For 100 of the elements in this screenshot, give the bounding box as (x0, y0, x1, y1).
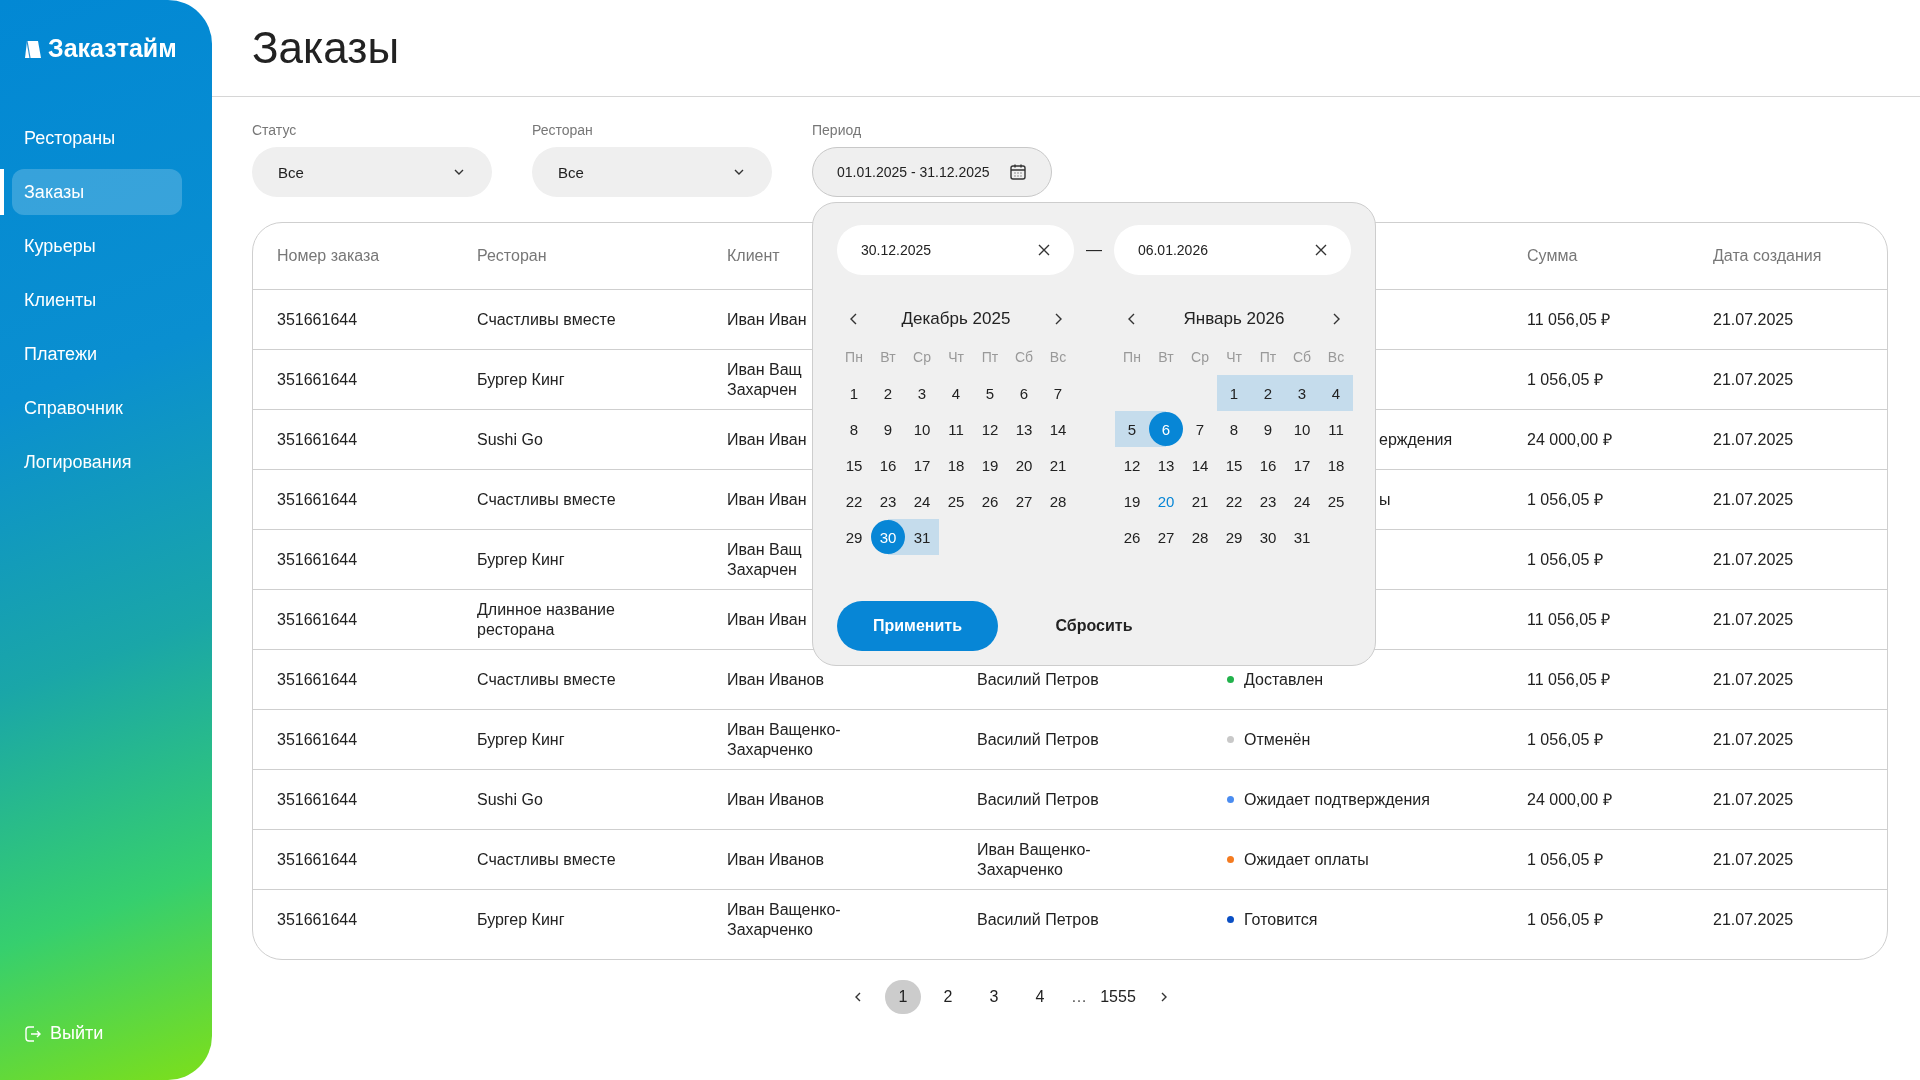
calendar-day[interactable]: 4 (939, 376, 973, 410)
nav-item[interactable]: Платежи (12, 331, 182, 377)
calendar-day[interactable]: 15 (837, 448, 871, 482)
table-cell: 351661644 (277, 789, 358, 810)
select-field[interactable]: Все (252, 147, 492, 197)
page-button[interactable]: 3 (975, 980, 1013, 1014)
calendar-day[interactable]: 30 (1251, 520, 1285, 554)
calendar-day[interactable]: 8 (837, 412, 871, 446)
table-cell: 24 000,00 ₽ (1527, 789, 1612, 810)
calendar-day[interactable]: 16 (871, 448, 905, 482)
calendar-day[interactable]: 20 (1007, 448, 1041, 482)
calendar-day[interactable]: 11 (1319, 412, 1353, 446)
status-text: Готовится (1244, 909, 1318, 930)
calendar-day[interactable]: 25 (939, 484, 973, 518)
calendar-day[interactable]: 12 (1115, 448, 1149, 482)
page-button[interactable]: 2 (929, 980, 967, 1014)
calendar-day[interactable]: 14 (1183, 448, 1217, 482)
calendar-day[interactable]: 29 (1217, 520, 1251, 554)
page-button[interactable]: 1 (885, 980, 921, 1014)
calendar-day[interactable]: 26 (1115, 520, 1149, 554)
calendar-day[interactable]: 10 (905, 412, 939, 446)
clear-icon[interactable] (1038, 244, 1051, 256)
select-field[interactable]: Все (532, 147, 772, 197)
date-range-field[interactable]: 01.01.2025 - 31.12.2025 (812, 147, 1052, 197)
calendar-day[interactable]: 13 (1007, 412, 1041, 446)
table-cell: Счастливы вместе (477, 489, 616, 510)
calendar-day[interactable]: 5 (973, 376, 1007, 410)
calendar-day[interactable]: 29 (837, 520, 871, 554)
table-cell: 21.07.2025 (1713, 669, 1794, 690)
page-button[interactable]: 1555 (1099, 980, 1137, 1014)
filter-label: Период (812, 122, 863, 138)
weekday-label: Чт (947, 348, 965, 367)
calendar-day[interactable]: 17 (1285, 448, 1319, 482)
calendar-day[interactable]: 28 (1041, 484, 1075, 518)
calendar-day[interactable]: 18 (939, 448, 973, 482)
table-cell: 351661644 (277, 369, 358, 390)
reset-button[interactable]: Сбросить (998, 617, 1190, 635)
table-cell: 21.07.2025 (1713, 789, 1794, 810)
calendar-day[interactable]: 6 (1149, 412, 1183, 446)
calendar-day[interactable]: 8 (1217, 412, 1251, 446)
calendar-day[interactable]: 2 (871, 376, 905, 410)
calendar-day[interactable]: 14 (1041, 412, 1075, 446)
calendar-day[interactable]: 22 (1217, 484, 1251, 518)
calendar-day[interactable]: 1 (1217, 376, 1251, 410)
calendar-day[interactable]: 15 (1217, 448, 1251, 482)
calendar-day[interactable]: 10 (1285, 412, 1319, 446)
calendar-day[interactable]: 23 (1251, 484, 1285, 518)
start-date-field[interactable]: 30.12.2025 (837, 225, 1075, 275)
calendar-day[interactable]: 25 (1319, 484, 1353, 518)
calendar-day[interactable]: 21 (1183, 484, 1217, 518)
calendar-day[interactable]: 9 (871, 412, 905, 446)
status-text: Отменён (1244, 729, 1311, 750)
calendar-day[interactable]: 7 (1041, 376, 1075, 410)
table-cell: 351661644 (277, 729, 358, 750)
calendar-day[interactable]: 31 (1285, 520, 1319, 554)
end-date-field[interactable]: 06.01.2026 (1113, 225, 1351, 275)
calendar-day[interactable]: 22 (837, 484, 871, 518)
calendar-day[interactable]: 3 (1285, 376, 1319, 410)
calendar-day[interactable]: 30 (871, 520, 905, 554)
nav-item[interactable]: Рестораны (12, 115, 182, 161)
calendar-day[interactable]: 24 (1285, 484, 1319, 518)
calendar-day[interactable]: 11 (939, 412, 973, 446)
calendar-day[interactable]: 24 (905, 484, 939, 518)
calendar-day[interactable]: 1 (837, 376, 871, 410)
calendar-day[interactable]: 4 (1319, 376, 1353, 410)
table-cell: 21.07.2025 (1713, 729, 1794, 750)
calendar-day[interactable]: 7 (1183, 412, 1217, 446)
calendar-day[interactable]: 21 (1041, 448, 1075, 482)
calendar-day[interactable]: 19 (973, 448, 1007, 482)
calendar-day[interactable]: 27 (1149, 520, 1183, 554)
status-text: Ожидает оплаты (1244, 849, 1369, 870)
weekday-label: Пн (1122, 348, 1142, 367)
status-text: Ожидает подтверждения (1244, 789, 1430, 810)
page-button[interactable]: 4 (1021, 980, 1059, 1014)
table-cell: Бургер Кинг (477, 369, 565, 390)
calendar-day[interactable]: 26 (973, 484, 1007, 518)
calendar-day[interactable]: 12 (973, 412, 1007, 446)
table-cell: 1 056,05 ₽ (1527, 489, 1603, 510)
nav-item[interactable]: Клиенты (12, 277, 182, 323)
calendar-day[interactable]: 18 (1319, 448, 1353, 482)
calendar-day[interactable]: 2 (1251, 376, 1285, 410)
table-cell: 21.07.2025 (1713, 369, 1794, 390)
calendar-day[interactable]: 20 (1149, 484, 1183, 518)
calendar-day[interactable]: 6 (1007, 376, 1041, 410)
table-cell: Бургер Кинг (477, 909, 565, 930)
nav-item[interactable]: Справочник (12, 385, 182, 431)
calendar-day[interactable]: 16 (1251, 448, 1285, 482)
apply-button[interactable]: Применить (837, 601, 998, 651)
nav-item[interactable]: Курьеры (12, 223, 182, 269)
clear-icon[interactable] (1315, 244, 1327, 256)
calendar-day[interactable]: 3 (905, 376, 939, 410)
calendar-day[interactable]: 13 (1149, 448, 1183, 482)
calendar-day[interactable]: 28 (1183, 520, 1217, 554)
calendar-day[interactable]: 5 (1115, 412, 1149, 446)
calendar-day[interactable]: 31 (905, 520, 939, 554)
calendar-day[interactable]: 17 (905, 448, 939, 482)
calendar-day[interactable]: 27 (1007, 484, 1041, 518)
calendar-day[interactable]: 9 (1251, 412, 1285, 446)
calendar-day[interactable]: 19 (1115, 484, 1149, 518)
calendar-day[interactable]: 23 (871, 484, 905, 518)
